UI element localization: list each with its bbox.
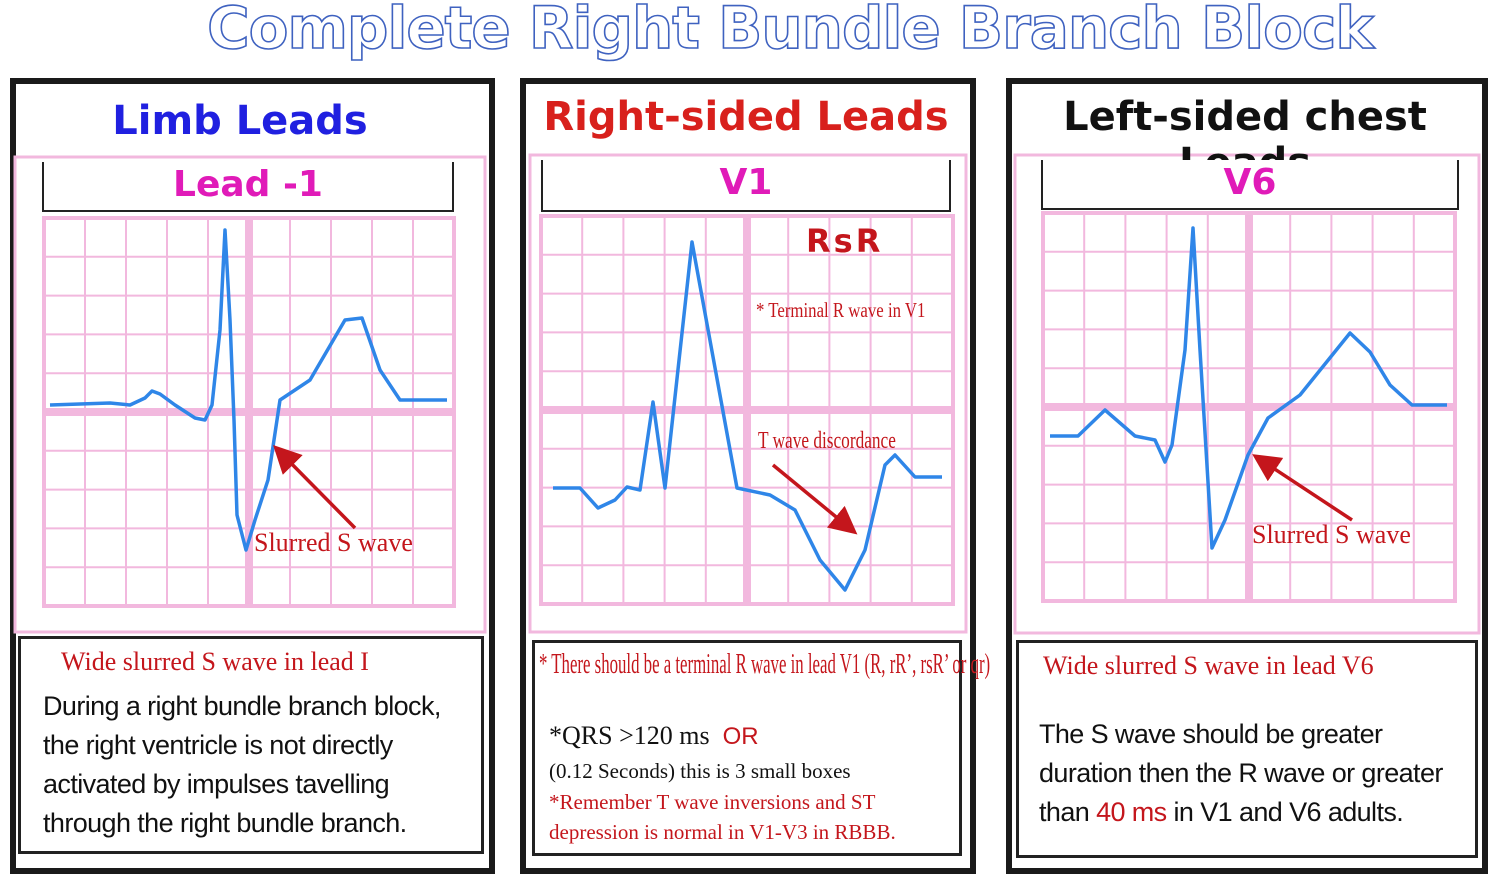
- label-rsr: RsR: [806, 222, 884, 260]
- or-text: OR: [722, 723, 759, 750]
- body-lead1: During a right bundle branch block, the …: [43, 691, 441, 838]
- body-v6: The S wave should be greater duration th…: [1039, 715, 1469, 832]
- annotation-slurred-s-v6: Slurred S wave: [1252, 520, 1411, 549]
- seconds-text: (0.12 Seconds) this is 3 small boxes: [549, 759, 851, 783]
- textbox-limb: Wide slurred S wave in lead I During a r…: [18, 636, 484, 854]
- lead-label-V1: V1: [541, 160, 951, 212]
- body-v6-highlight: 40 ms: [1096, 797, 1167, 827]
- heading-right-sided: Right-sided Leads: [543, 94, 949, 140]
- remember-text: *Remember T wave inversions and ST depre…: [549, 790, 896, 844]
- textbox-v1: * There should be a terminal R wave in l…: [532, 640, 990, 856]
- caption-lead1: Wide slurred S wave in lead I: [61, 647, 369, 676]
- body-v6-text-end: in V1 and V6 adults.: [1166, 797, 1404, 827]
- lead-label-V6: V6: [1041, 160, 1459, 210]
- qrs-criterion: *QRS >120 ms OR: [549, 721, 759, 751]
- annotation-t-wave: T wave discordance: [758, 428, 896, 454]
- lead-label-I: Lead -1: [42, 162, 454, 212]
- annotation-slurred-s-lead1: Slurred S wave: [254, 528, 413, 557]
- caption-v1: * There should be a terminal R wave in l…: [539, 649, 991, 680]
- qrs-text: *QRS >120 ms: [549, 721, 710, 750]
- note-terminal-r: * Terminal R wave in V1: [756, 298, 926, 322]
- textbox-v6: Wide slurred S wave in lead V6 The S wav…: [1016, 640, 1478, 858]
- heading-limb-leads: Limb Leads: [112, 98, 368, 144]
- caption-v6: Wide slurred S wave in lead V6: [1043, 651, 1374, 680]
